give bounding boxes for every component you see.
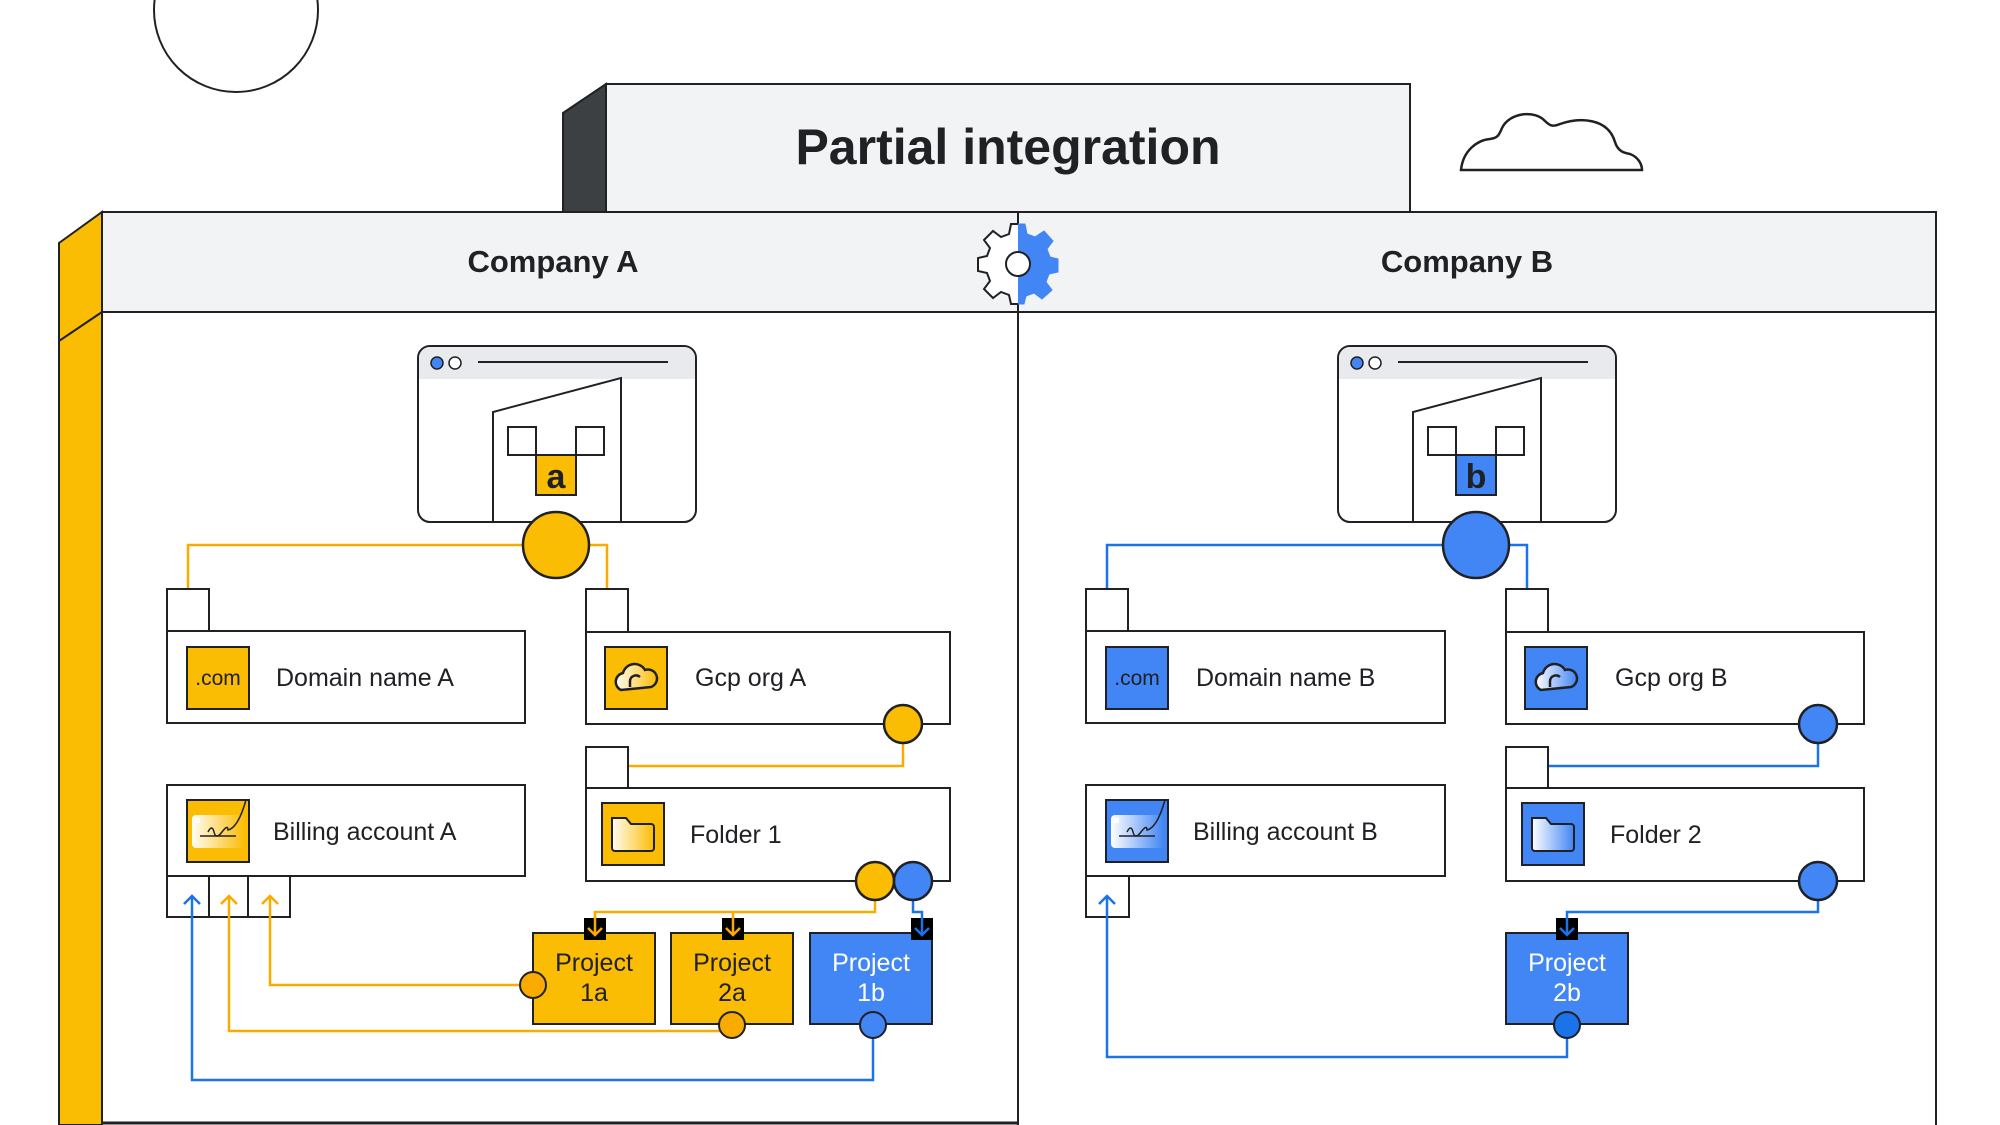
project-node	[859, 1011, 887, 1039]
gcp-org-a-node	[882, 703, 924, 745]
card-label: Folder 2	[1610, 821, 1702, 849]
company-b-title: Company B	[1381, 244, 1553, 279]
title-block: Partial integration	[562, 82, 1411, 213]
company-a-section: a .com Domain name A Gcp org A Billing a…	[166, 345, 951, 1082]
window-dot-icon	[430, 356, 444, 370]
project-node	[718, 1011, 746, 1039]
cloud-decoration	[1459, 112, 1644, 172]
org-b-letter: b	[1466, 458, 1487, 496]
card-domain-a[interactable]: .com Domain name A	[166, 588, 526, 724]
card-gcp-org-b[interactable]: Gcp org B	[1505, 588, 1865, 725]
card-tab	[1505, 588, 1549, 633]
card-gcp-org-a[interactable]: Gcp org A	[585, 588, 951, 725]
project-id: 2a	[718, 979, 746, 1007]
window-dot-icon	[1350, 356, 1364, 370]
project-id: 2b	[1553, 979, 1581, 1007]
card-tab	[166, 875, 210, 918]
window-dot-icon	[448, 356, 462, 370]
project-2a[interactable]: Project 2a	[670, 918, 794, 1039]
company-a-title: Company A	[467, 244, 638, 279]
project-2b[interactable]: Project 2b	[1505, 918, 1629, 1039]
title-block-side	[562, 82, 607, 213]
folder-2-node	[1797, 860, 1839, 902]
card-label: Gcp org B	[1615, 664, 1728, 692]
project-1a[interactable]: Project 1a	[519, 918, 656, 1025]
project-node	[1553, 1011, 1581, 1039]
frame-side-yellow	[58, 210, 103, 1125]
domain-icon-text: .com	[195, 667, 241, 690]
org-b-node	[1441, 510, 1511, 580]
card-tab	[585, 746, 629, 789]
project-node	[519, 971, 547, 999]
card-billing-a[interactable]: Billing account A	[166, 784, 526, 918]
card-label: Folder 1	[690, 821, 782, 849]
card-label: Billing account A	[273, 818, 457, 846]
card-label: Billing account B	[1193, 818, 1378, 846]
gcp-org-b-node	[1797, 703, 1839, 745]
project-label: Project	[832, 949, 910, 977]
card-tab	[585, 588, 629, 633]
org-a-window[interactable]: a	[417, 345, 697, 523]
card-domain-b[interactable]: .com Domain name B	[1085, 588, 1446, 724]
card-label: Domain name B	[1196, 664, 1375, 692]
org-b-window[interactable]: b	[1337, 345, 1617, 523]
card-tab	[1505, 746, 1549, 789]
project-1b[interactable]: Project 1b	[809, 918, 933, 1039]
project-id: 1a	[580, 979, 608, 1007]
org-a-letter: a	[547, 458, 567, 496]
domain-icon-text: .com	[1114, 667, 1160, 690]
card-billing-b[interactable]: Billing account B	[1085, 784, 1446, 918]
card-label: Domain name A	[276, 664, 454, 692]
project-label: Project	[555, 949, 633, 977]
org-a-node	[521, 510, 591, 580]
folder-1-node-b	[892, 860, 934, 902]
project-label: Project	[1528, 949, 1606, 977]
company-b-section: b .com Domain name B Gcp org B Billing a…	[1085, 345, 1865, 1059]
card-tab	[1085, 588, 1129, 632]
project-label: Project	[693, 949, 771, 977]
decorative-circle	[153, 0, 319, 93]
window-dot-icon	[1368, 356, 1382, 370]
diagram-canvas: Partial integration Company A Company B	[58, 0, 1937, 1125]
page-title: Partial integration	[795, 119, 1220, 175]
card-label: Gcp org A	[695, 664, 806, 692]
card-tab	[166, 588, 210, 632]
gear-icon	[977, 223, 1059, 305]
project-id: 1b	[857, 979, 885, 1007]
folder-1-node-a	[854, 860, 896, 902]
